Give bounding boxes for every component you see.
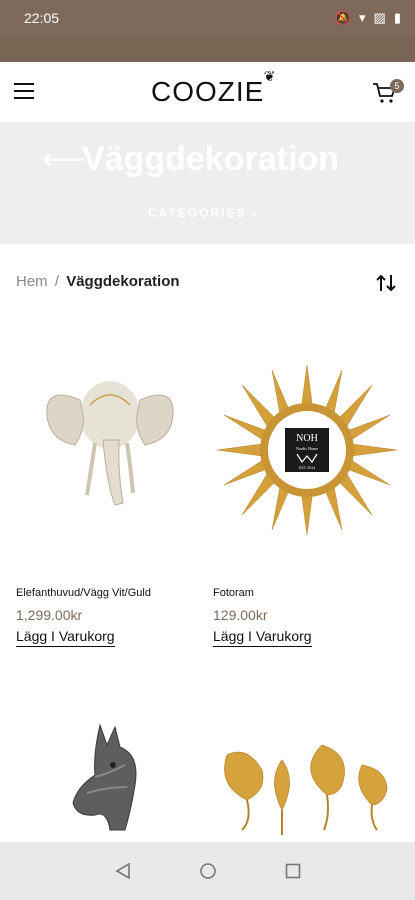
frame-label-brand: NOH	[296, 433, 318, 444]
product-image-frame[interactable]: NOH Nordic Home EST. 2014	[212, 350, 402, 550]
sort-icon[interactable]	[375, 273, 397, 293]
menu-icon[interactable]	[14, 83, 34, 99]
status-time: 22:05	[24, 10, 60, 26]
product-price: 1,299.00kr	[16, 607, 83, 623]
product-name[interactable]: Elefanthuvud/Vägg Vit/Guld	[16, 587, 151, 599]
brand-strip	[0, 37, 415, 62]
logo-text: COOZIE	[151, 76, 265, 107]
categories-toggle[interactable]: CATEGORIES ›	[148, 206, 258, 220]
status-bar: 22:05 🔕 ▾ ▨ ▮	[0, 0, 415, 37]
product-image-elephant[interactable]	[15, 345, 205, 545]
chevron-right-icon: ›	[251, 206, 258, 220]
breadcrumb-current: Väggdekoration	[66, 273, 180, 290]
site-logo[interactable]: COOZIE ❦	[151, 68, 275, 108]
system-nav-bar	[0, 842, 415, 900]
hero-back-arrow-icon[interactable]: ⟵	[42, 142, 85, 177]
categories-label: CATEGORIES	[148, 206, 247, 220]
status-icons: 🔕 ▾ ▨ ▮	[335, 10, 401, 26]
site-header: COOZIE ❦	[0, 62, 415, 122]
breadcrumb-separator: /	[54, 273, 60, 290]
product-price: 129.00kr	[213, 607, 268, 623]
add-to-cart-button[interactable]: Lägg I Varukorg	[213, 628, 312, 647]
frame-label-est: EST. 2014	[299, 466, 315, 470]
home-icon[interactable]	[199, 862, 217, 880]
recent-apps-icon[interactable]	[284, 862, 302, 880]
wifi-icon: ▾	[359, 10, 366, 25]
battery-icon: ▮	[393, 10, 401, 25]
add-to-cart-button[interactable]: Lägg I Varukorg	[16, 628, 115, 647]
breadcrumb: Hem / Väggdekoration	[16, 273, 180, 290]
hero-title: Väggdekoration	[82, 140, 339, 178]
back-icon[interactable]	[114, 862, 132, 880]
frame-label-sub: Nordic Home	[296, 446, 318, 451]
product-image-zebra[interactable]	[15, 715, 205, 842]
product-name[interactable]: Fotoram	[213, 587, 254, 599]
cart-count-badge: 5	[390, 79, 404, 93]
breadcrumb-home[interactable]: Hem	[16, 273, 48, 290]
category-hero: ⟵ Väggdekoration CATEGORIES ›	[0, 122, 415, 244]
bell-mute-icon: 🔕	[334, 10, 352, 25]
signal-icon: ▨	[373, 10, 386, 25]
butterfly-icon: ❦	[263, 68, 277, 84]
product-image-gold-leaves[interactable]	[212, 730, 402, 842]
